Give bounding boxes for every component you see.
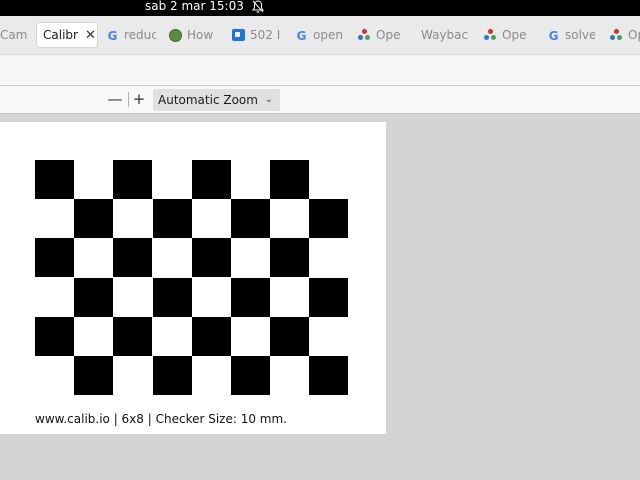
tab-label: Ope — [502, 28, 527, 42]
checker-square — [152, 277, 192, 317]
checker-square — [35, 316, 74, 356]
tab-label: Cam — [0, 28, 28, 42]
tab-label: reduc — [124, 28, 156, 42]
openai-icon — [610, 28, 623, 42]
zoom-in-button[interactable]: + — [130, 90, 148, 108]
system-clock[interactable]: sab 2 mar 15:03 — [145, 0, 244, 14]
tab-open[interactable]: G open — [295, 22, 343, 48]
chevron-down-icon: ⌄ — [264, 94, 273, 105]
checker-square — [74, 356, 114, 395]
toolbar-separator — [128, 92, 129, 107]
tab-label: open — [313, 28, 343, 42]
checker-square — [74, 277, 114, 317]
tab-label: 502 I — [250, 28, 280, 42]
tab-how[interactable]: How — [169, 22, 217, 48]
tab-label: Op — [628, 28, 640, 42]
checker-square — [309, 356, 349, 395]
tab-label: solve — [565, 28, 595, 42]
tab-wayback[interactable]: Waybac — [421, 22, 469, 48]
checker-square — [35, 238, 74, 278]
browser-tab-strip: Cam Calibr ✕ G reduc How 502 I G open Op… — [0, 16, 640, 54]
zoom-select-value: Automatic Zoom — [158, 93, 258, 107]
close-icon[interactable]: ✕ — [85, 28, 96, 43]
tab-label: Ope — [376, 28, 401, 42]
checker-square — [270, 238, 310, 278]
zoom-out-button[interactable]: — — [106, 90, 124, 108]
google-icon: G — [548, 28, 559, 43]
bell-muted-icon[interactable] — [252, 0, 264, 14]
tab-calibration-active[interactable]: Calibr ✕ — [36, 22, 98, 48]
google-icon: G — [296, 28, 307, 43]
tab-openai-2[interactable]: Ope — [484, 22, 532, 48]
checker-square — [35, 160, 74, 199]
tab-502[interactable]: 502 I — [232, 22, 280, 48]
openai-icon — [484, 28, 497, 42]
checker-square — [309, 277, 349, 317]
checker-square — [191, 160, 231, 199]
checker-square — [191, 238, 231, 278]
checker-square — [152, 199, 192, 239]
firefox-icon — [169, 28, 182, 42]
tab-label: Calibr — [43, 28, 78, 42]
tab-reduc[interactable]: G reduc — [106, 22, 156, 48]
checker-square — [231, 277, 270, 317]
tab-solve[interactable]: G solve — [547, 22, 595, 48]
tab-openai-1[interactable]: Ope — [358, 22, 406, 48]
checker-square — [152, 356, 192, 395]
checker-square — [231, 199, 270, 239]
tab-label: Waybac — [421, 28, 469, 42]
checker-square — [270, 160, 310, 199]
checker-square — [113, 316, 153, 356]
pdf-viewer[interactable]: www.calib.io | 6x8 | Checker Size: 10 mm… — [0, 114, 640, 480]
checker-square — [113, 160, 153, 199]
checker-square — [309, 199, 349, 239]
system-top-bar: sab 2 mar 15:03 — [0, 0, 640, 16]
blue-square-icon — [232, 29, 245, 41]
checkerboard-pattern — [35, 160, 349, 395]
checker-square — [270, 316, 310, 356]
address-bar-area[interactable] — [0, 54, 640, 86]
zoom-select[interactable]: Automatic Zoom ⌄ — [153, 89, 280, 111]
openai-icon — [358, 28, 371, 42]
tab-label: How — [187, 28, 214, 42]
tab-cam[interactable]: Cam — [0, 22, 30, 48]
checker-square — [74, 199, 114, 239]
pdf-page: www.calib.io | 6x8 | Checker Size: 10 mm… — [0, 122, 386, 434]
page-caption: www.calib.io | 6x8 | Checker Size: 10 mm… — [35, 412, 287, 426]
checker-square — [113, 238, 153, 278]
checker-square — [191, 316, 231, 356]
tab-openai-3[interactable]: Op — [610, 22, 640, 48]
google-icon: G — [107, 28, 118, 43]
checker-square — [231, 356, 270, 395]
pdf-toolbar: — + Automatic Zoom ⌄ — [0, 86, 640, 114]
